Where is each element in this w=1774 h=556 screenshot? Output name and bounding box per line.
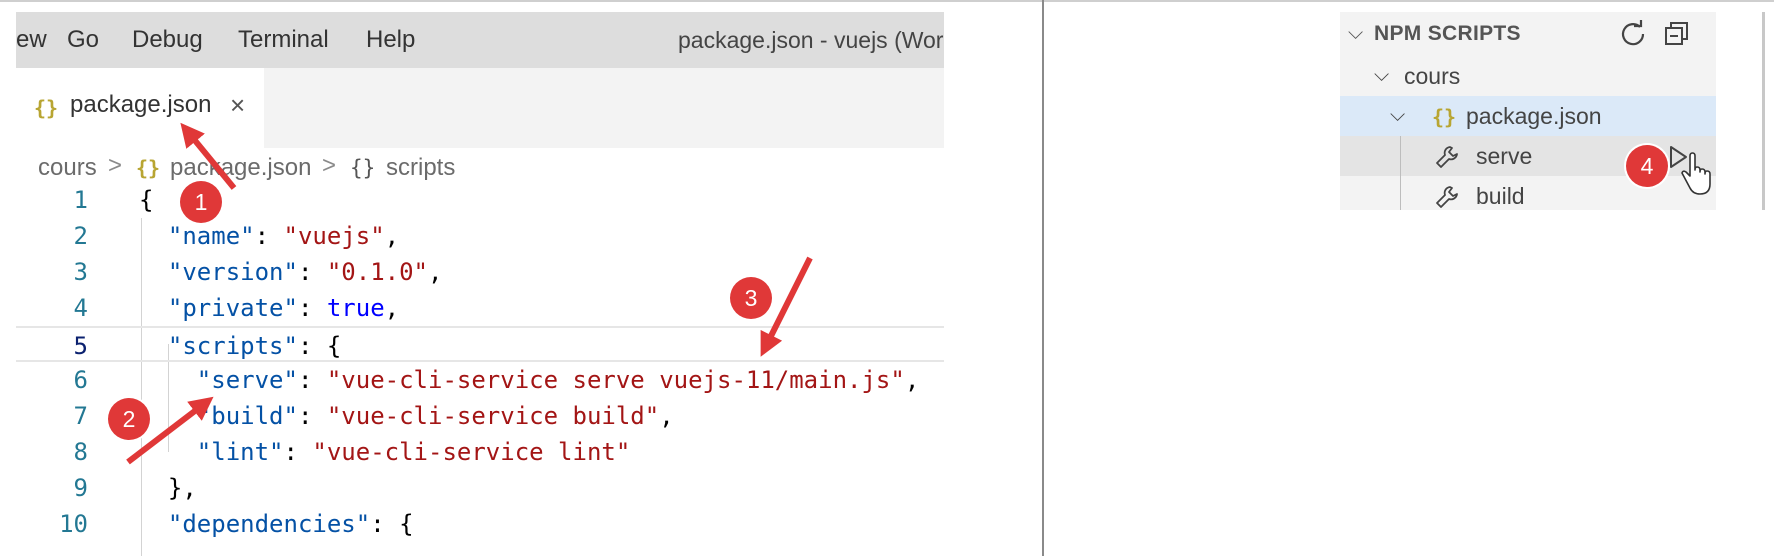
annotation-badge-2: 2 <box>108 398 150 440</box>
annotation-badge-1: 1 <box>180 181 222 223</box>
arrow-3 <box>760 256 813 357</box>
annotation-badge-4: 4 <box>1626 145 1668 187</box>
arrow-1 <box>180 122 237 190</box>
annotation-arrows <box>126 122 813 465</box>
hand-cursor-icon <box>1681 152 1711 195</box>
annotation-badge-3: 3 <box>730 277 772 319</box>
